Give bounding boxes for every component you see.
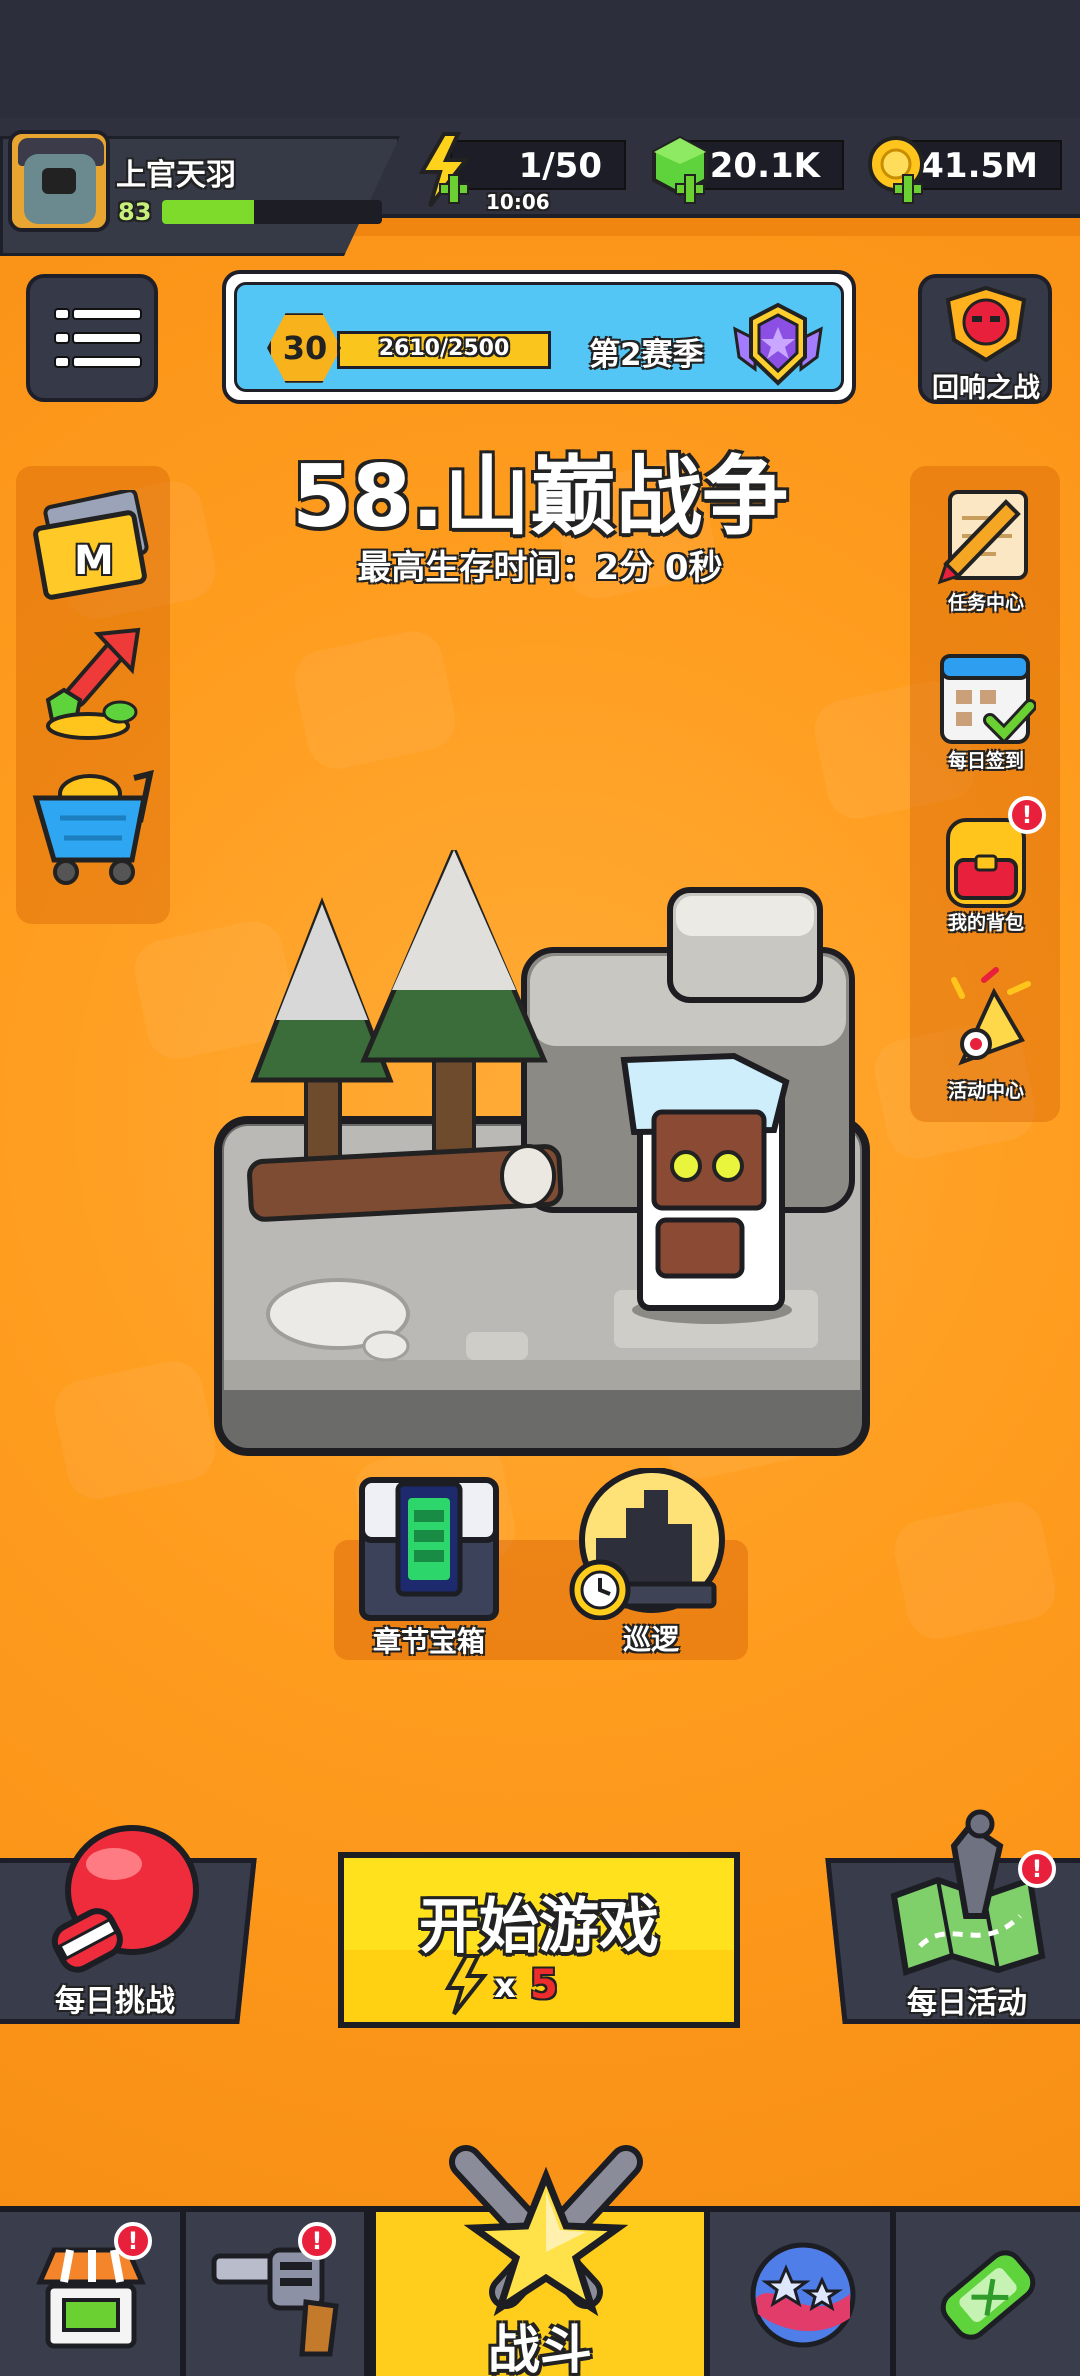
- start-game-label: 开始游戏: [419, 1892, 659, 1962]
- menu-button[interactable]: [26, 274, 158, 402]
- patrol-label: 巡逻: [622, 1623, 679, 1656]
- revolver-icon: [211, 2247, 339, 2357]
- battle-star-icon: [449, 2145, 643, 2317]
- echo-battle-label: 回响之战: [932, 373, 1040, 404]
- demon-shield-icon: [945, 286, 1027, 362]
- patrol-button[interactable]: 巡逻: [566, 1467, 736, 1658]
- weapons-alert-badge: !: [298, 2222, 336, 2260]
- menu-icon: [54, 308, 70, 320]
- task-center-label: 任务中心: [947, 592, 1024, 614]
- gold-value: 41.5M: [920, 146, 1038, 186]
- task-center-button[interactable]: 任务中心: [916, 484, 1056, 614]
- dna-capsule-icon: [940, 2250, 1036, 2340]
- vip-card-letter: M: [74, 538, 114, 584]
- top-bar: 上官天羽 83 1/50 10:06 20.1K 41.5M: [0, 118, 1080, 256]
- scroll-icon: [937, 490, 1028, 585]
- nav-tab-evolution[interactable]: [896, 2212, 1080, 2376]
- nav-battle-label: 战斗: [487, 2321, 592, 2376]
- vip-card-button[interactable]: M: [30, 488, 156, 608]
- nav-tab-talents[interactable]: [710, 2212, 896, 2376]
- bottom-navigation: ! ! 战斗: [0, 2145, 1080, 2376]
- energy-timer: 10:06: [486, 190, 550, 214]
- start-cost-value: 5: [530, 1962, 558, 2008]
- patrol-city-icon: [569, 1467, 725, 1621]
- status-bar-area: [0, 0, 1080, 118]
- season-progress: 2610/2500: [378, 336, 510, 361]
- player-avatar[interactable]: [8, 130, 110, 232]
- shopping-cart-icon: [32, 769, 154, 885]
- nav-tab-battle[interactable]: 战斗: [370, 2145, 710, 2376]
- treasure-map-icon[interactable]: [880, 1806, 1060, 1986]
- stage-scene-illustration: [214, 850, 870, 1456]
- chapter-chest-button[interactable]: 章节宝箱: [354, 1470, 504, 1660]
- daily-checkin-button[interactable]: 每日签到: [916, 646, 1056, 774]
- backpack-alert-badge: !: [1008, 796, 1046, 834]
- event-center-label: 活动中心: [947, 1080, 1024, 1102]
- chest-icon: [359, 1477, 499, 1621]
- calendar-check-icon: [940, 654, 1036, 745]
- growth-fund-button[interactable]: [36, 626, 152, 742]
- energy-value: 1/50: [518, 146, 602, 186]
- energy-icon: [444, 1954, 488, 2016]
- start-game-button[interactable]: 开始游戏 x 5: [338, 1852, 740, 2028]
- season-panel[interactable]: 2610/2500 30 第2赛季: [222, 270, 856, 404]
- player-name: 上官天羽: [116, 158, 236, 193]
- season-level: 30: [282, 329, 328, 367]
- shop-cart-button[interactable]: [30, 758, 156, 888]
- star-orb-icon: [750, 2242, 856, 2348]
- start-cost-multiplier: x: [494, 1966, 516, 2006]
- gems-plus-icon[interactable]: [650, 134, 712, 206]
- energy-counter[interactable]: 1/50: [450, 140, 626, 190]
- echo-battle-button[interactable]: 回响之战: [918, 274, 1052, 404]
- nav-tab-weapons[interactable]: !: [186, 2212, 370, 2376]
- backpack-button[interactable]: ! 我的背包: [916, 796, 1056, 936]
- boxing-glove-icon[interactable]: [40, 1820, 210, 1980]
- gems-value: 20.1K: [709, 146, 820, 186]
- daily-activity-label: 每日活动: [907, 1986, 1027, 2021]
- energy-plus-icon[interactable]: [414, 132, 476, 208]
- party-popper-icon: [951, 967, 1031, 1066]
- nav-tab-shop[interactable]: !: [0, 2212, 186, 2376]
- player-level: 83: [118, 198, 152, 226]
- daily-checkin-label: 每日签到: [947, 750, 1024, 772]
- backpack-label: 我的背包: [947, 912, 1024, 934]
- growth-fund-icon: [45, 627, 141, 740]
- gold-plus-icon[interactable]: [866, 134, 930, 206]
- season-name: 第2赛季: [589, 337, 704, 373]
- player-xp-bar: [162, 200, 382, 224]
- daily-challenge-label: 每日挑战: [55, 1984, 175, 2019]
- chapter-chest-label: 章节宝箱: [372, 1625, 485, 1658]
- event-center-button[interactable]: 活动中心: [916, 962, 1056, 1102]
- shop-alert-badge: !: [114, 2222, 152, 2260]
- daily-activity-alert-badge: !: [1018, 1850, 1056, 1888]
- season-emblem-icon: [733, 302, 823, 386]
